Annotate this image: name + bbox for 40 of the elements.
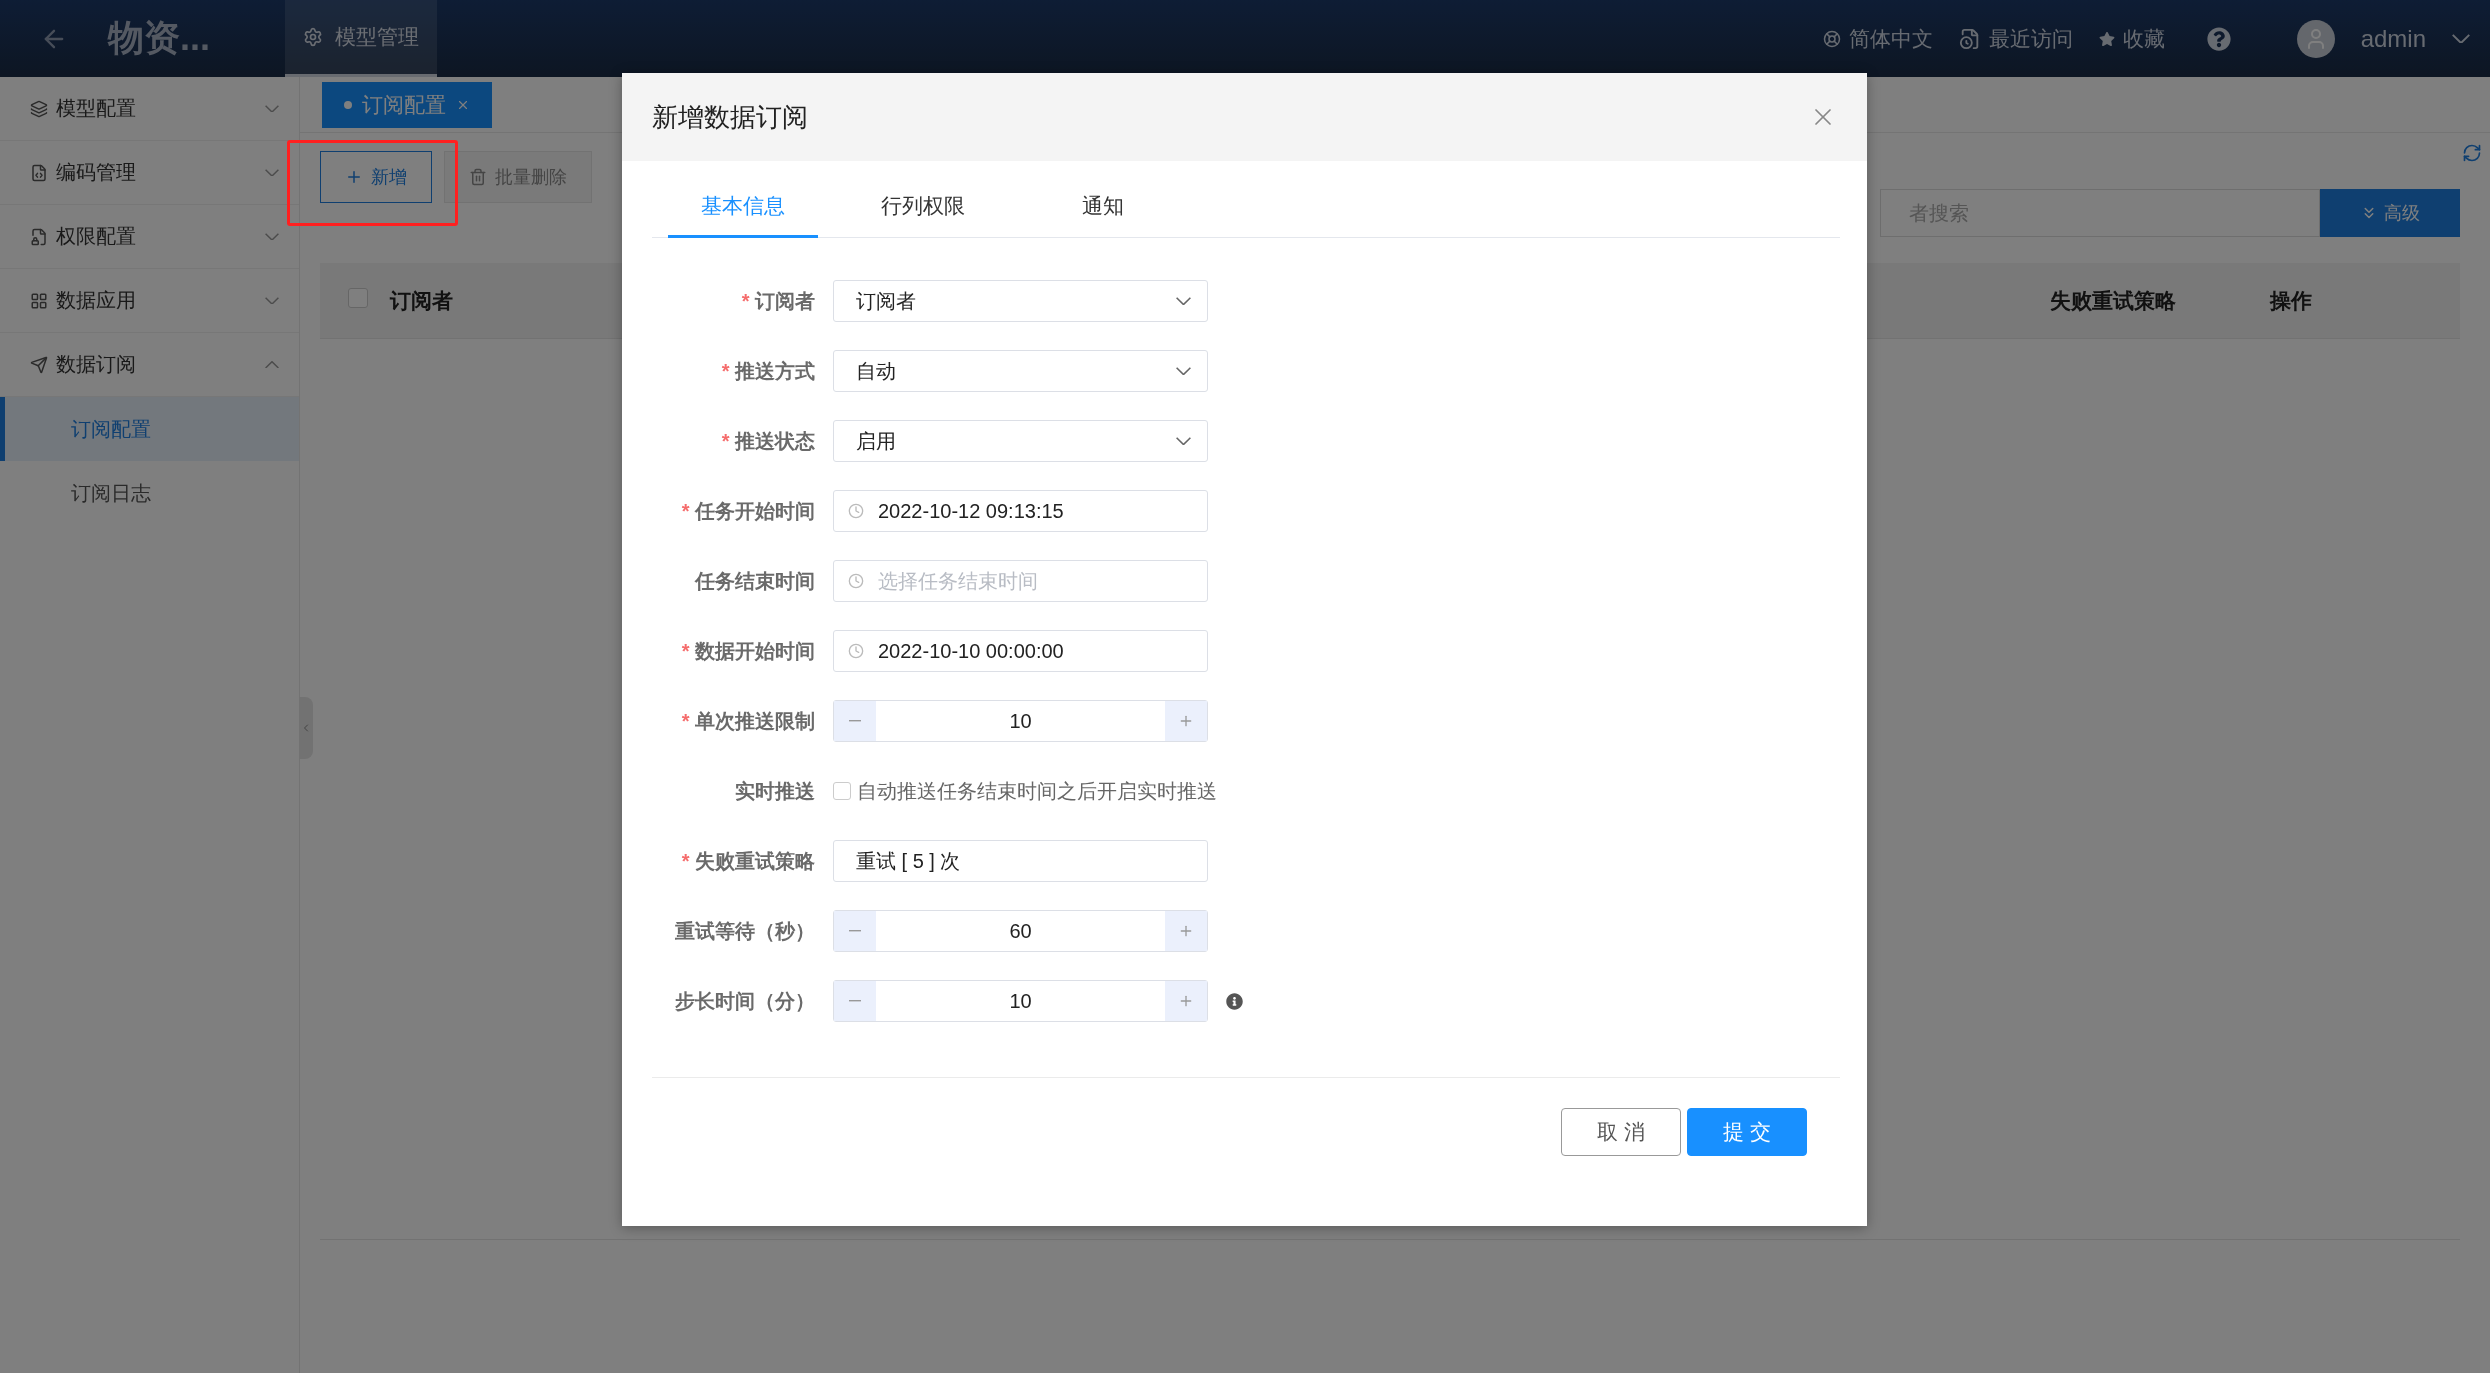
select-field[interactable]: 订阅者 — [833, 280, 1208, 322]
dialog-title: 新增数据订阅 — [652, 100, 808, 134]
sidebar-item[interactable]: 模型配置 — [0, 77, 299, 141]
field-label: 任务结束时间 — [693, 568, 815, 594]
field-label: * 推送方式 — [720, 358, 815, 384]
select-field[interactable]: 自动 — [833, 350, 1208, 392]
field-label: * 任务开始时间 — [680, 498, 815, 524]
sidebar-item[interactable]: 数据应用 — [0, 269, 299, 333]
cancel-button[interactable]: 取 消 — [1561, 1108, 1681, 1156]
column-header: 订阅者 — [390, 287, 453, 314]
select-field[interactable]: 启用 — [833, 420, 1208, 462]
field-label: 重试等待（秒） — [674, 918, 815, 944]
date-time-field[interactable]: 2022-10-10 00:00:00 — [833, 630, 1208, 672]
field-label: 步长时间（分） — [674, 988, 815, 1014]
page-tab[interactable]: 订阅配置 — [322, 81, 492, 128]
favorites-link[interactable]: 收藏 — [2098, 24, 2165, 53]
sidebar-subitem[interactable]: 订阅配置 — [0, 397, 299, 461]
add-button[interactable]: 新增 — [320, 151, 432, 203]
app-title: 物资... — [108, 16, 211, 60]
tab[interactable]: 行列权限 — [848, 176, 998, 238]
user-name[interactable]: admin — [2360, 24, 2426, 53]
date-time-field[interactable]: 2022-10-12 09:13:15 — [833, 490, 1208, 532]
field-label: * 订阅者 — [740, 288, 815, 314]
field-label: * 推送状态 — [720, 428, 815, 454]
advanced-button[interactable]: 高级 — [2320, 189, 2460, 237]
field-label: * 单次推送限制 — [680, 708, 815, 734]
column-header: 操作 — [2270, 287, 2312, 314]
tab[interactable]: 基本信息 — [668, 176, 818, 238]
field-label: * 数据开始时间 — [680, 638, 815, 664]
field-label: * 失败重试策略 — [680, 848, 815, 874]
language-menu[interactable]: 简体中文 — [1822, 24, 1933, 53]
recent-visits-link[interactable]: 最近访问 — [1958, 24, 2073, 53]
sidebar-item[interactable]: 权限配置 — [0, 205, 299, 269]
sidebar-item[interactable]: 编码管理 — [0, 141, 299, 205]
field-label: 实时推送 — [734, 778, 815, 804]
submit-button[interactable]: 提 交 — [1687, 1108, 1807, 1156]
input-field[interactable]: 重试 [ 5 ] 次 — [833, 840, 1208, 882]
tab[interactable]: 通知 — [1028, 176, 1178, 238]
checkbox-label[interactable]: 自动推送任务结束时间之后开启实时推送 — [833, 777, 1840, 805]
column-header: 失败重试策略 — [2050, 287, 2176, 314]
